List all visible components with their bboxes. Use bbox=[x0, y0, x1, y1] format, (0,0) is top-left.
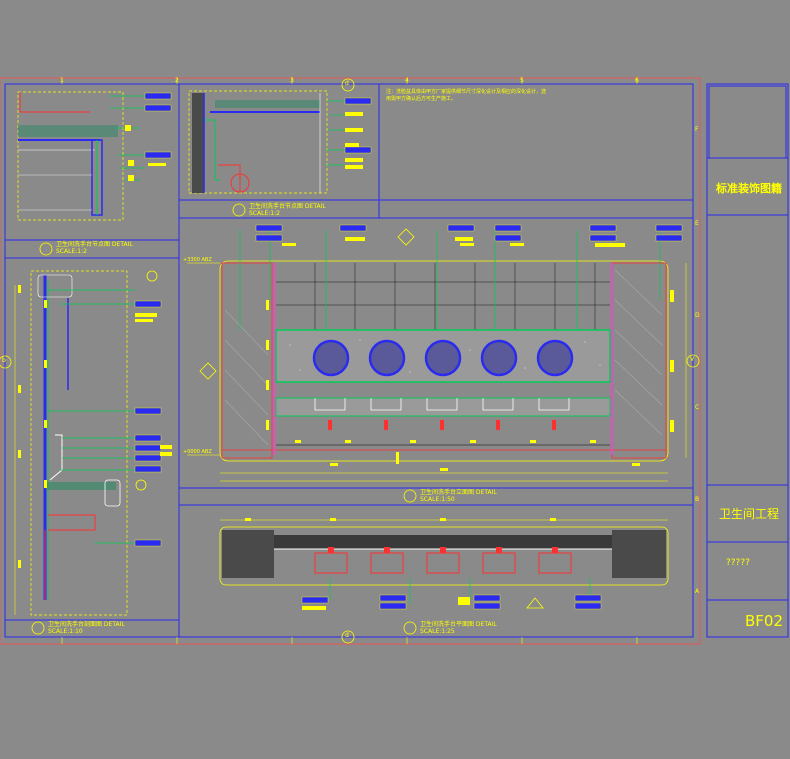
detail-c-drawing bbox=[188, 78, 372, 194]
detail-label-A-scale: SCALE:1:50 bbox=[420, 496, 455, 503]
detail-b-drawing bbox=[17, 91, 172, 221]
detail-label-a-scale: SCALE:1:10 bbox=[48, 628, 83, 635]
grid-number-3: 3 bbox=[290, 77, 294, 84]
detail-label-1-scale: SCALE:1:25 bbox=[420, 628, 455, 635]
section-marker-left: b bbox=[2, 357, 6, 364]
detail-label-b-title: 卫生间洗手台节点图 DETAIL bbox=[56, 241, 133, 248]
grid-letter-A: A bbox=[695, 588, 700, 595]
grid-letter-D: D bbox=[695, 312, 700, 319]
grid-letter-F: F bbox=[695, 126, 699, 133]
detail-label-b-scale: SCALE:1:2 bbox=[56, 248, 87, 255]
detail-label-a: 卫生间洗手台剖面图 DETAIL SCALE:1:10 bbox=[48, 621, 125, 635]
detail-label-a-title: 卫生间洗手台剖面图 DETAIL bbox=[48, 621, 125, 628]
cad-drawing bbox=[0, 77, 789, 645]
general-note: 注：洗脸盆具体由甲方厂家提供细节尺寸深化设计及相应的深化设计，选用需甲方确认后方… bbox=[386, 89, 547, 102]
detail-label-A-title: 卫生间洗手台立面图 DETAIL bbox=[420, 489, 497, 496]
section-marker-top: d bbox=[345, 80, 349, 87]
section-marker-right: V bbox=[690, 356, 695, 363]
detail-label-A: 卫生间洗手台立面图 DETAIL SCALE:1:50 bbox=[420, 489, 497, 503]
section-marker-bottom: d bbox=[345, 632, 349, 639]
elevation-a-drawing bbox=[187, 224, 700, 482]
grid-number-6: 6 bbox=[635, 77, 639, 84]
sheet-number: BF02 bbox=[744, 612, 783, 630]
grid-number-4: 4 bbox=[405, 77, 409, 84]
project-name: 卫生间工程 bbox=[718, 507, 779, 521]
level-top: +3300 ABZ bbox=[183, 257, 212, 263]
title-placeholder: ????? bbox=[726, 558, 750, 568]
grid-letter-B: B bbox=[695, 496, 700, 503]
detail-a-drawing bbox=[0, 270, 172, 616]
detail-label-b: 卫生间洗手台节点图 DETAIL SCALE:1:2 bbox=[56, 241, 133, 255]
detail-label-1-title: 卫生间洗手台平面图 DETAIL bbox=[420, 621, 497, 628]
grid-number-1: 1 bbox=[60, 77, 64, 84]
grid-letter-E: E bbox=[695, 220, 699, 227]
grid-number-2: 2 bbox=[175, 77, 179, 84]
detail-label-c: 卫生间洗手台节点图 DETAIL SCALE:1:2 bbox=[249, 203, 326, 217]
grid-number-5: 5 bbox=[520, 77, 524, 84]
grid-letter-C: C bbox=[695, 404, 700, 411]
level-bottom: +0000 ABZ bbox=[183, 449, 212, 455]
sheet-title: 标准装饰图籍 bbox=[716, 182, 782, 195]
detail-label-c-title: 卫生间洗手台节点图 DETAIL bbox=[249, 203, 326, 210]
detail-label-c-scale: SCALE:1:2 bbox=[249, 210, 280, 217]
detail-label-1: 卫生间洗手台平面图 DETAIL SCALE:1:25 bbox=[420, 621, 497, 635]
